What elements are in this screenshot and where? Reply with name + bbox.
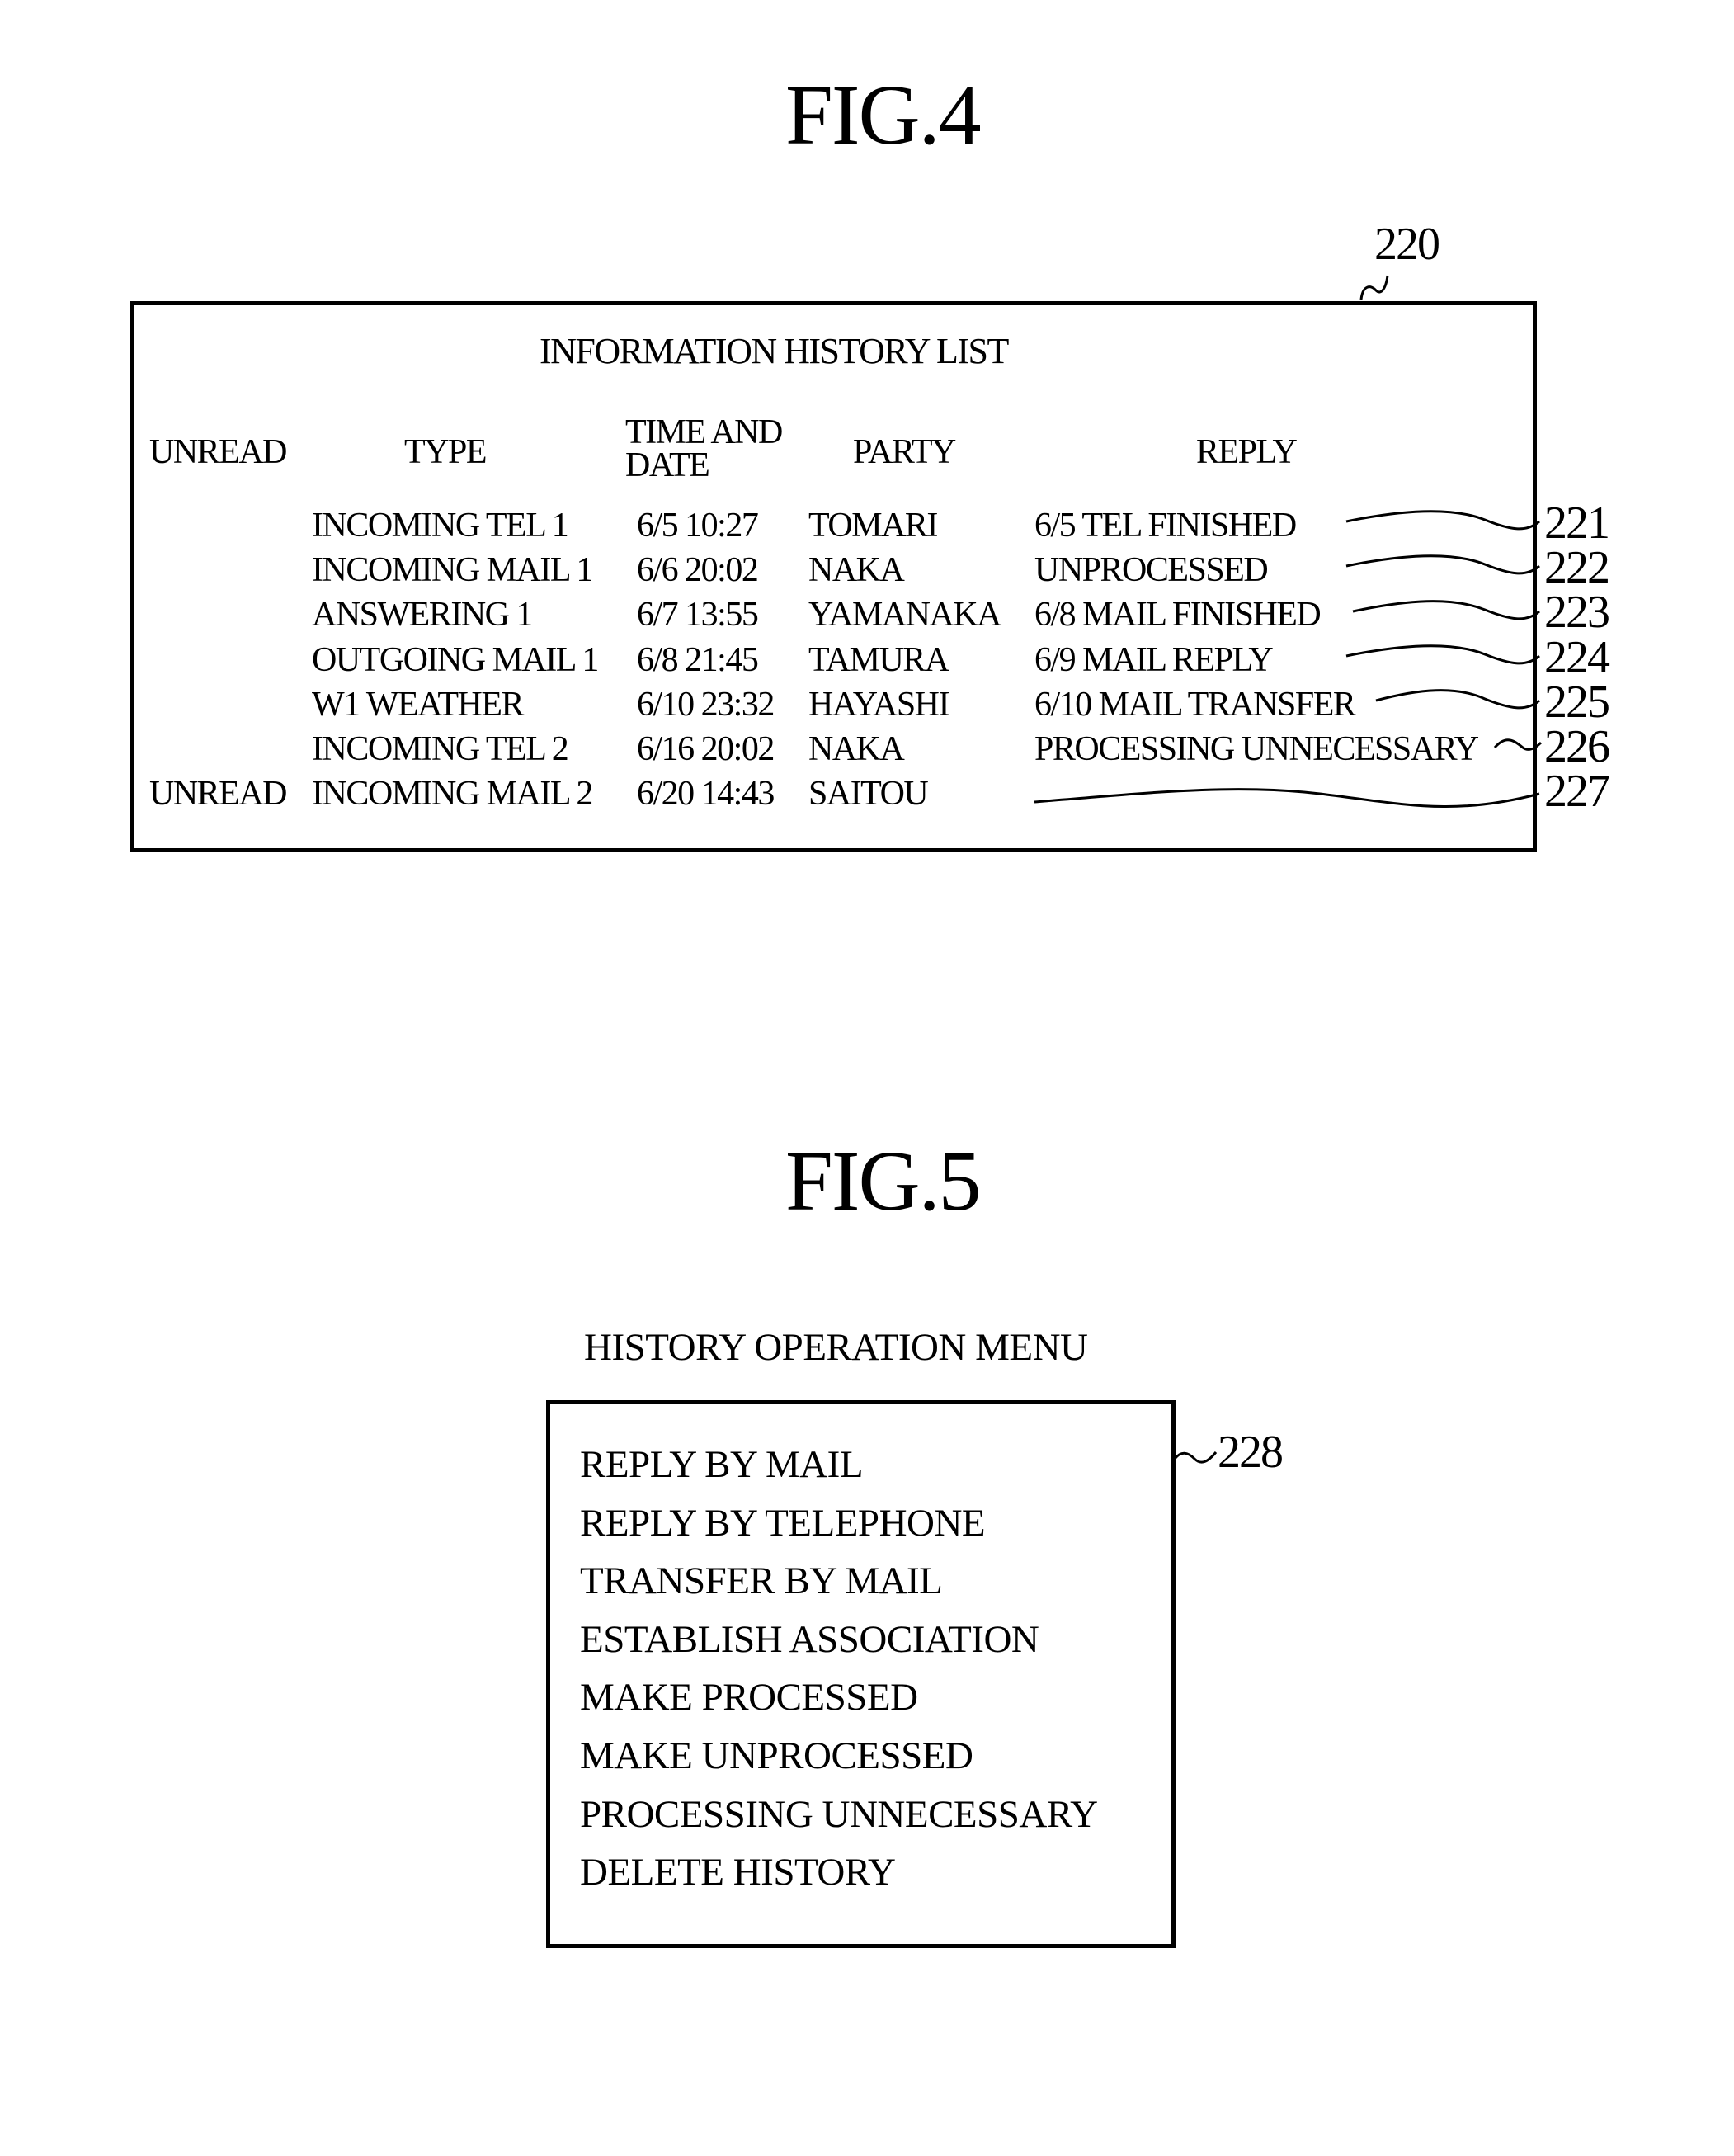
- row-type: INCOMING TEL 1: [312, 507, 569, 545]
- row-time: 6/7 13:55: [637, 596, 759, 635]
- row-type: W1 WEATHER: [312, 685, 525, 724]
- row-party: TOMARI: [808, 507, 938, 545]
- row-type: INCOMING TEL 2: [312, 730, 569, 768]
- row-time: 6/10 23:32: [637, 685, 775, 724]
- row-reference-number: 221: [1544, 498, 1610, 549]
- row-reply: 6/10 MAIL TRANSFER: [1034, 685, 1356, 724]
- menu-item-transfer-by-mail[interactable]: TRANSFER BY MAIL: [580, 1562, 943, 1601]
- menu-item-establish-association[interactable]: ESTABLISH ASSOCIATION: [580, 1620, 1039, 1659]
- row-time: 6/6 20:02: [637, 551, 759, 590]
- row-reference-number: 222: [1544, 542, 1610, 594]
- column-header-party[interactable]: PARTY: [853, 435, 956, 469]
- row-reference-number: 225: [1544, 676, 1610, 728]
- menu-item-delete-history[interactable]: DELETE HISTORY: [580, 1853, 896, 1892]
- row-reply: 6/9 MAIL REPLY: [1034, 640, 1274, 679]
- row-type: INCOMING MAIL 2: [312, 775, 593, 814]
- row-party: HAYASHI: [808, 685, 950, 724]
- fig5-reference-number: 228: [1218, 1427, 1284, 1478]
- menu-item-make-unprocessed[interactable]: MAKE UNPROCESSED: [580, 1737, 973, 1776]
- row-party: NAKA: [808, 551, 905, 590]
- row-reference-number: 223: [1544, 587, 1610, 639]
- menu-item-processing-unnecessary[interactable]: PROCESSING UNNECESSARY: [580, 1795, 1098, 1834]
- row-time: 6/5 10:27: [637, 507, 759, 545]
- row-reference-number: 227: [1544, 766, 1610, 818]
- history-operation-menu-title: HISTORY OPERATION MENU: [584, 1326, 1088, 1369]
- row-reference-number: 224: [1544, 631, 1610, 683]
- column-header-unread[interactable]: UNREAD: [149, 435, 288, 469]
- row-reply: 6/8 MAIL FINISHED: [1034, 596, 1322, 635]
- menu-item-reply-by-mail[interactable]: REPLY BY MAIL: [580, 1446, 864, 1484]
- row-time: 6/20 14:43: [637, 775, 775, 814]
- information-history-list-title: INFORMATION HISTORY LIST: [540, 331, 1009, 371]
- row-reply: 6/5 TEL FINISHED: [1034, 507, 1297, 545]
- menu-item-make-processed[interactable]: MAKE PROCESSED: [580, 1678, 918, 1717]
- column-header-time-line1[interactable]: TIME AND: [625, 415, 783, 450]
- fig4-title: FIG.4: [785, 68, 982, 163]
- row-type: INCOMING MAIL 1: [312, 551, 593, 590]
- column-header-reply[interactable]: REPLY: [1196, 435, 1298, 469]
- row-unread: UNREAD: [149, 775, 288, 814]
- row-party: TAMURA: [808, 640, 949, 679]
- row-reply: PROCESSING UNNECESSARY: [1034, 730, 1479, 768]
- row-time: 6/16 20:02: [637, 730, 775, 768]
- row-reference-number: 226: [1544, 721, 1610, 772]
- leader-line-228: [1173, 1451, 1218, 1464]
- menu-item-reply-by-telephone[interactable]: REPLY BY TELEPHONE: [580, 1503, 986, 1543]
- row-party: NAKA: [808, 730, 905, 768]
- row-time: 6/8 21:45: [637, 640, 759, 679]
- fig5-title: FIG.5: [785, 1134, 982, 1229]
- row-reply: UNPROCESSED: [1034, 551, 1269, 590]
- leader-line-220: [1359, 275, 1389, 300]
- row-party: YAMANAKA: [808, 596, 1002, 635]
- fig4-reference-number: 220: [1374, 219, 1440, 270]
- row-party: SAITOU: [808, 775, 929, 814]
- row-type: ANSWERING 1: [312, 596, 533, 635]
- row-type: OUTGOING MAIL 1: [312, 640, 599, 679]
- column-header-time-line2[interactable]: DATE: [625, 448, 710, 483]
- column-header-type[interactable]: TYPE: [404, 435, 488, 469]
